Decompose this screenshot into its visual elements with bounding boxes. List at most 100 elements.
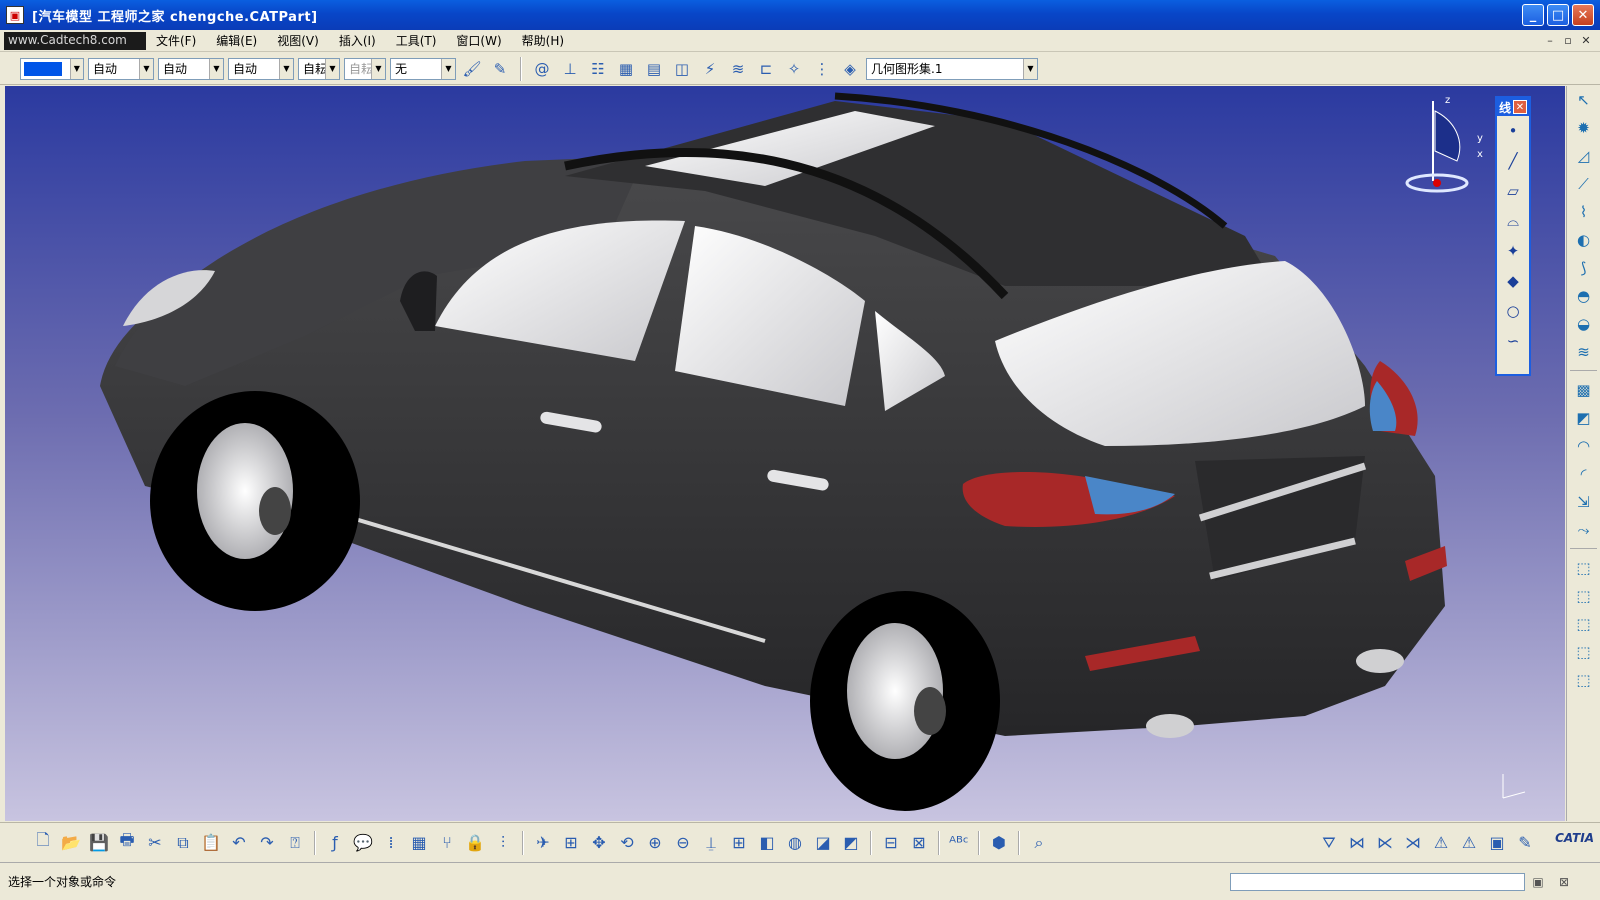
- extrude-surface-icon[interactable]: ⌇: [1567, 198, 1600, 226]
- point-symbol-combo[interactable]: 自耘 ▼: [298, 57, 340, 80]
- knowledge-icon[interactable]: 💬: [350, 829, 376, 857]
- floating-toolbar-close[interactable]: ✕: [1513, 100, 1527, 114]
- whats-this-icon[interactable]: ⍰: [282, 829, 308, 857]
- menu-file[interactable]: 文件(F): [146, 32, 206, 49]
- power-input-icon[interactable]: ⊠: [1554, 873, 1574, 891]
- parameter-icon[interactable]: ⫶: [490, 829, 516, 857]
- translate-icon[interactable]: ⇲: [1567, 488, 1600, 516]
- curvature-analysis-icon[interactable]: ⋉: [1372, 829, 1398, 857]
- design-table-icon[interactable]: ▦: [406, 829, 432, 857]
- copy-icon[interactable]: ⧉: [170, 829, 196, 857]
- snap-icon[interactable]: ⚡: [698, 57, 722, 81]
- analysis-icon[interactable]: ⌕: [1026, 829, 1052, 857]
- sweep-icon[interactable]: ⟆: [1567, 254, 1600, 282]
- save-icon[interactable]: 💾: [86, 829, 112, 857]
- color-combo[interactable]: ▼: [20, 57, 84, 80]
- line-icon[interactable]: ╱: [1497, 146, 1529, 176]
- point-icon[interactable]: •: [1497, 116, 1529, 146]
- floating-toolbar-header[interactable]: 线 ✕: [1497, 98, 1529, 116]
- formula-icon[interactable]: ƒ: [322, 829, 348, 857]
- normal-view-icon[interactable]: ⍊: [698, 829, 724, 857]
- sketch-plane-icon[interactable]: ◿: [1567, 142, 1600, 170]
- doc-restore-button[interactable]: ▫: [1560, 32, 1576, 48]
- apply-material-icon[interactable]: ⬢: [986, 829, 1012, 857]
- revolve-surface-icon[interactable]: ◐: [1567, 226, 1600, 254]
- layer-combo[interactable]: 无 ▼: [390, 57, 456, 80]
- draft-analysis-icon[interactable]: ⋈: [1344, 829, 1370, 857]
- rule-icon[interactable]: ⑂: [434, 829, 460, 857]
- join-icon[interactable]: ▩: [1567, 376, 1600, 404]
- blend-icon[interactable]: ≋: [1567, 338, 1600, 366]
- tree-icon[interactable]: ☷: [586, 57, 610, 81]
- fly-mode-icon[interactable]: ✈: [530, 829, 556, 857]
- chevron-down-icon[interactable]: ▼: [441, 58, 455, 79]
- doc-minimize-button[interactable]: –: [1542, 32, 1558, 48]
- projection-icon[interactable]: ⌓: [1497, 206, 1529, 236]
- extrapolate-icon[interactable]: ⤳: [1567, 516, 1600, 544]
- command-input[interactable]: [1230, 873, 1525, 891]
- render-style-combo[interactable]: 自耘 ▼: [344, 57, 386, 80]
- line-thickness-combo[interactable]: 自动 ▼: [158, 57, 224, 80]
- maximize-button[interactable]: □: [1547, 4, 1569, 26]
- catia-doc-icon[interactable]: ▣: [6, 6, 24, 24]
- geometric-set-icon[interactable]: ◈: [838, 57, 862, 81]
- multi-section-icon[interactable]: ◒: [1567, 310, 1600, 338]
- lock-icon[interactable]: 🔒: [462, 829, 488, 857]
- spiral-icon[interactable]: @: [530, 57, 554, 81]
- fit-all-icon[interactable]: ⊞: [558, 829, 584, 857]
- cube-view-icon[interactable]: ⬚: [1567, 554, 1600, 582]
- cut-icon[interactable]: ✂: [142, 829, 168, 857]
- split-icon[interactable]: ◩: [1567, 404, 1600, 432]
- fillet-icon[interactable]: ◜: [1567, 460, 1600, 488]
- transparency-combo[interactable]: 自动 ▼: [88, 57, 154, 80]
- annotation-icon[interactable]: ᴬᴮᶜ: [946, 829, 972, 857]
- linetype-combo[interactable]: 自动 ▼: [228, 57, 294, 80]
- law-icon[interactable]: ⁞: [378, 829, 404, 857]
- menu-window[interactable]: 窗口(W): [446, 32, 511, 49]
- car-model[interactable]: [5, 86, 1565, 821]
- warning-icon[interactable]: ⚠: [1428, 829, 1454, 857]
- circle-icon[interactable]: ○: [1497, 296, 1529, 326]
- measure-icon[interactable]: ⊟: [878, 829, 904, 857]
- intersection-icon[interactable]: ✦: [1497, 236, 1529, 266]
- multi-view-icon[interactable]: ⊞: [726, 829, 752, 857]
- chevron-down-icon[interactable]: ▼: [279, 58, 293, 79]
- geometric-set-combo[interactable]: 几何图形集.1 ▼: [866, 57, 1038, 80]
- 3d-viewport[interactable]: z y x 线 ✕ • ╱ ▱ ⌓ ✦ ◆ ○ ∽: [5, 86, 1565, 821]
- work-on-support-icon[interactable]: ▤: [642, 57, 666, 81]
- undo-icon[interactable]: ↶: [226, 829, 252, 857]
- profile-icon[interactable]: ⟋: [1567, 170, 1600, 198]
- plane-icon[interactable]: ▱: [1497, 176, 1529, 206]
- shape-icon[interactable]: ⚠: [1456, 829, 1482, 857]
- pan-icon[interactable]: ✥: [586, 829, 612, 857]
- menu-help[interactable]: 帮助(H): [512, 32, 574, 49]
- measure-item-icon[interactable]: ⊠: [906, 829, 932, 857]
- stop-icon[interactable]: ▣: [1528, 873, 1548, 891]
- side-view-icon[interactable]: ⬚: [1567, 638, 1600, 666]
- hide-show-icon[interactable]: ◪: [810, 829, 836, 857]
- open-icon[interactable]: 📂: [58, 829, 84, 857]
- iso-view-icon[interactable]: ⬚: [1567, 666, 1600, 694]
- grid-icon[interactable]: ▦: [614, 57, 638, 81]
- doc-close-button[interactable]: ✕: [1578, 32, 1594, 48]
- paste-icon[interactable]: 📋: [198, 829, 224, 857]
- sketch-icon[interactable]: ≋: [726, 57, 750, 81]
- menu-edit[interactable]: 编辑(E): [206, 32, 267, 49]
- compass-widget[interactable]: z y x: [1405, 91, 1495, 201]
- analysis-icon[interactable]: ✧: [782, 57, 806, 81]
- pen-icon[interactable]: ✎: [1512, 829, 1538, 857]
- sketcher-icon[interactable]: ✹: [1567, 114, 1600, 142]
- shading-icon[interactable]: ◍: [782, 829, 808, 857]
- chevron-down-icon[interactable]: ▼: [371, 58, 385, 79]
- chevron-down-icon[interactable]: ▼: [325, 58, 339, 79]
- swap-visible-icon[interactable]: ◩: [838, 829, 864, 857]
- ordered-set-icon[interactable]: ⊏: [754, 57, 778, 81]
- chevron-down-icon[interactable]: ▼: [209, 58, 223, 79]
- menu-view[interactable]: 视图(V): [267, 32, 329, 49]
- redo-icon[interactable]: ↷: [254, 829, 280, 857]
- zoom-out-icon[interactable]: ⊖: [670, 829, 696, 857]
- spline-icon[interactable]: ∽: [1497, 326, 1529, 356]
- print-icon[interactable]: 🖶: [114, 829, 140, 857]
- properties-icon[interactable]: ✎: [488, 57, 512, 81]
- connect-checker-icon[interactable]: ⛛: [1316, 829, 1342, 857]
